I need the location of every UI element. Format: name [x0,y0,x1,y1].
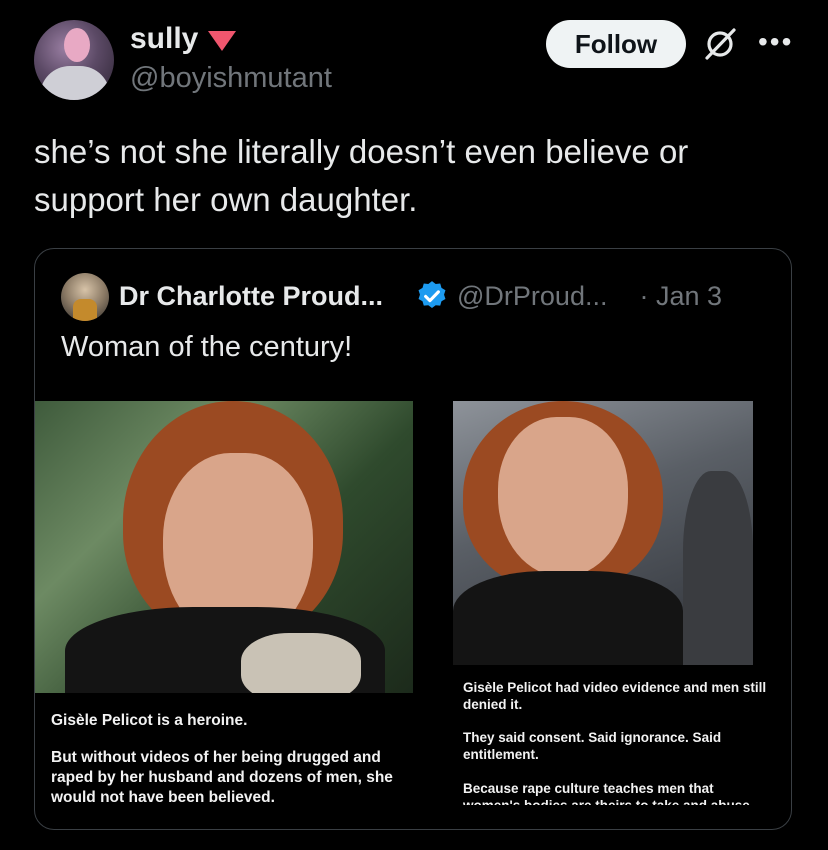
right-caption-1: Gisèle Pelicot had video evidence and me… [463,680,767,712]
portrait-photo-right [453,401,753,665]
quoted-avatar-body [73,299,97,321]
left-caption-body: But without videos of her being drugged … [51,749,393,803]
right-caption-2: They said consent. Said ignorance. Said … [463,730,722,762]
quoted-avatar[interactable] [61,273,109,321]
author-avatar[interactable] [34,20,114,100]
author-name-row: sully [130,22,237,56]
quoted-handle[interactable]: @DrProud... [457,281,607,312]
author-display-name[interactable]: sully [130,22,198,56]
avatar-face [64,28,90,62]
quoted-header: Dr Charlotte Proud... @DrProud... · Jan … [119,279,722,313]
author-handle[interactable]: @boyishmutant [130,62,332,95]
follow-button[interactable]: Follow [546,20,686,68]
quoted-text: Woman of the century! [61,331,353,363]
quoted-date[interactable]: · Jan 3 [639,281,722,312]
right-caption-3: Because rape culture teaches men that wo… [463,781,754,805]
portrait-photo-left [35,401,413,693]
more-icon[interactable]: ••• [758,28,793,56]
tweet-text: she’s not she literally doesn’t even bel… [34,133,689,218]
grok-icon[interactable] [700,24,740,64]
media-image-left[interactable]: Gisèle Pelicot is a heroine. But without… [35,401,413,803]
quoted-tweet[interactable]: Dr Charlotte Proud... @DrProud... · Jan … [34,248,792,830]
verified-badge-icon [418,281,446,309]
left-caption-heading: Gisèle Pelicot is a heroine. [51,712,248,729]
pink-triangle-icon [208,31,237,51]
quoted-display-name[interactable]: Dr Charlotte Proud... [119,281,383,312]
avatar-shirt [40,66,110,100]
media-image-right[interactable]: Gisèle Pelicot had video evidence and me… [453,401,773,805]
